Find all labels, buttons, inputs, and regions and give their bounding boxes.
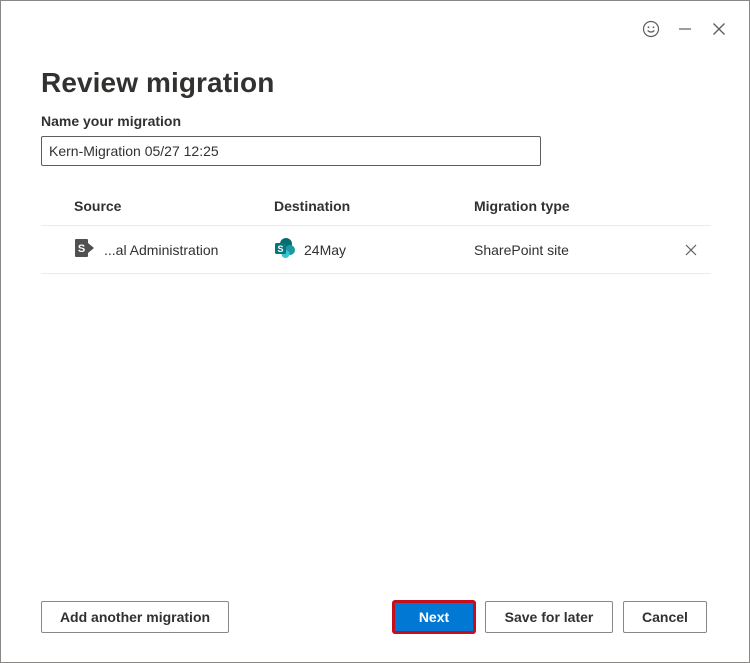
close-icon[interactable] (709, 19, 729, 39)
header-source: Source (74, 197, 122, 214)
source-cell: S ...al Administration (41, 238, 241, 261)
save-for-later-button[interactable]: Save for later (485, 601, 613, 633)
header-migration-type: Migration type (474, 197, 570, 214)
minimize-icon[interactable] (675, 19, 695, 39)
smiley-icon[interactable] (641, 19, 661, 39)
table-header: Source Destination Migration type (41, 186, 711, 226)
destination-cell: S 24May (241, 237, 441, 262)
row-actions (641, 244, 711, 256)
migration-name-label: Name your migration (41, 113, 182, 129)
migration-name-input[interactable] (41, 136, 541, 166)
window-controls (641, 19, 729, 39)
dialog-footer: Add another migration Next Save for late… (41, 601, 707, 633)
migration-type-cell: SharePoint site (474, 241, 569, 258)
source-name: ...al Administration (104, 241, 219, 258)
sharepoint-server-icon: S (74, 238, 96, 261)
svg-text:S: S (277, 244, 283, 254)
header-destination: Destination (274, 197, 351, 214)
table-row: S ...al Administration S 24May SharePoin… (41, 226, 711, 274)
page-title: Review migration (41, 67, 275, 98)
cancel-button[interactable]: Cancel (623, 601, 707, 633)
add-another-migration-button[interactable]: Add another migration (41, 601, 229, 633)
sharepoint-online-icon: S (274, 237, 296, 262)
destination-name: 24May (304, 241, 347, 258)
migration-dialog: Review migration Name your migration Sou… (0, 0, 750, 663)
migration-table: Source Destination Migration type S ...a… (41, 186, 711, 274)
remove-row-icon[interactable] (685, 244, 697, 256)
svg-text:S: S (78, 243, 85, 255)
next-button[interactable]: Next (393, 601, 475, 633)
